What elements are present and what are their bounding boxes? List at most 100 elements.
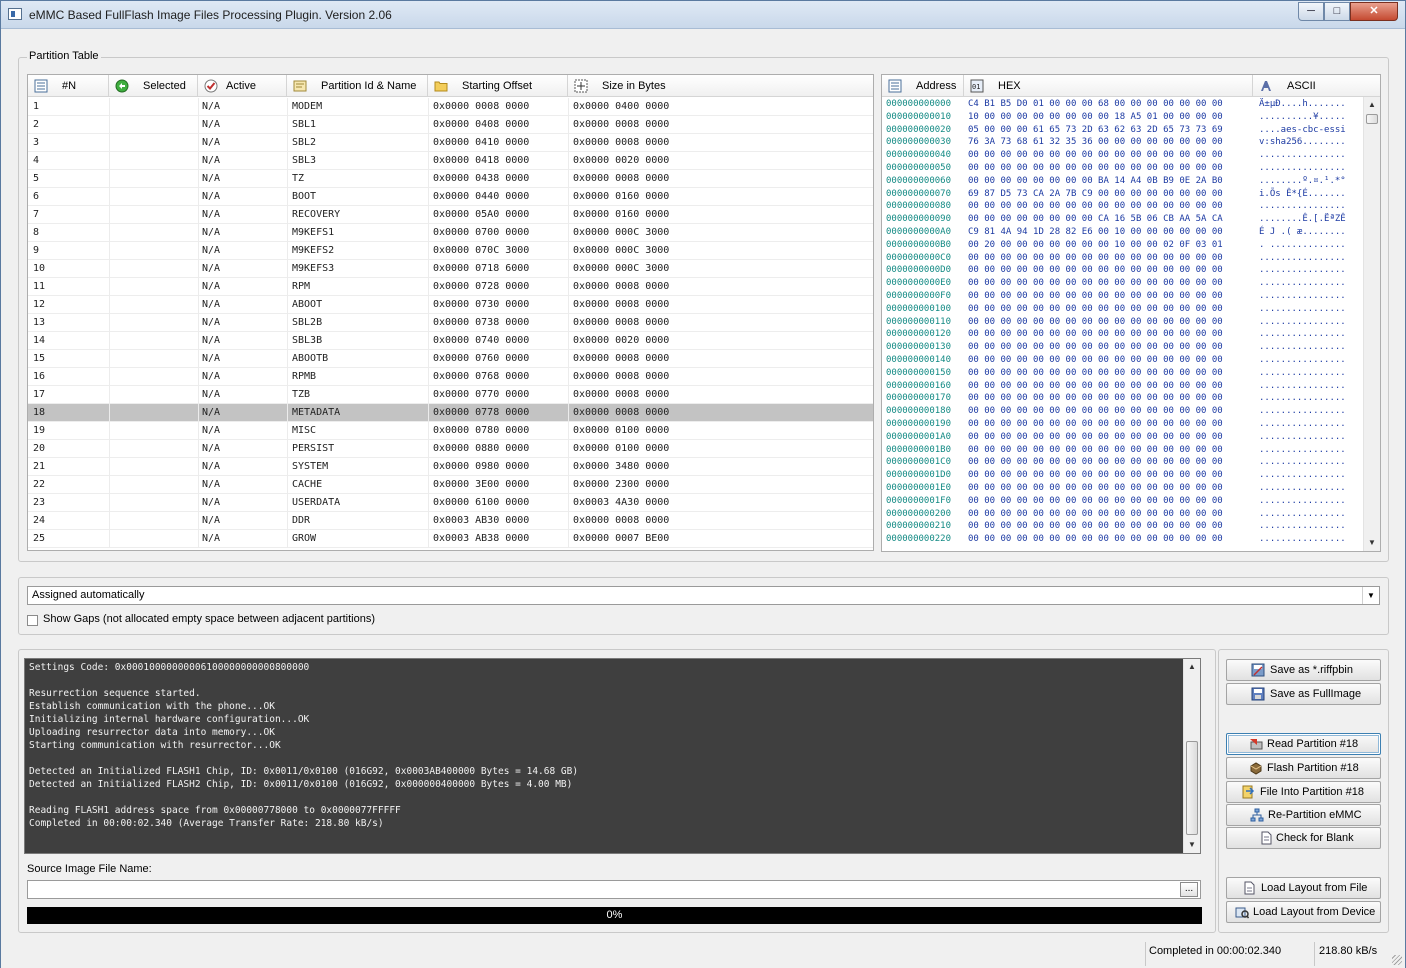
hex-row[interactable]: 000000000120 00 00 00 00 00 00 00 00 00 0… bbox=[882, 328, 1364, 341]
hex-scroll-thumb[interactable] bbox=[1366, 114, 1378, 124]
hex-row[interactable]: 0000000001C0 00 00 00 00 00 00 00 00 00 0… bbox=[882, 456, 1364, 469]
hex-row[interactable]: 000000000020 05 00 00 00 61 65 73 2D 63 6… bbox=[882, 124, 1364, 137]
show-gaps-checkbox[interactable] bbox=[27, 615, 38, 626]
hex-row[interactable]: 000000000090 00 00 00 00 00 00 00 00 CA 1… bbox=[882, 213, 1364, 226]
hex-row[interactable]: 000000000010 10 00 00 00 00 00 00 00 00 1… bbox=[882, 111, 1364, 124]
hex-row[interactable]: 000000000100 00 00 00 00 00 00 00 00 00 0… bbox=[882, 303, 1364, 316]
log-scroll-down-icon[interactable]: ▼ bbox=[1184, 837, 1200, 853]
hex-scrollbar[interactable]: ▲ ▼ bbox=[1363, 97, 1380, 551]
hex-row[interactable]: 000000000170 00 00 00 00 00 00 00 00 00 0… bbox=[882, 392, 1364, 405]
table-row[interactable]: 24 N/A DDR 0x0003 AB30 0000 0x0000 0008 0000 bbox=[28, 512, 873, 530]
table-row[interactable]: 3 N/A SBL2 0x0000 0410 0000 0x0000 0008 0000 bbox=[28, 134, 873, 152]
layout-select[interactable]: Assigned automatically ▼ bbox=[27, 586, 1380, 605]
table-row[interactable]: 6 N/A BOOT 0x0000 0440 0000 0x0000 0160 0000 bbox=[28, 188, 873, 206]
load-layout-file-button[interactable]: Load Layout from File bbox=[1226, 877, 1381, 899]
hex-row[interactable]: 000000000080 00 00 00 00 00 00 00 00 00 0… bbox=[882, 200, 1364, 213]
log-scroll-up-icon[interactable]: ▲ bbox=[1184, 659, 1200, 675]
table-row[interactable]: 22 N/A CACHE 0x0000 3E00 0000 0x0000 2300 00… bbox=[28, 476, 873, 494]
hex-row[interactable]: 000000000160 00 00 00 00 00 00 00 00 00 0… bbox=[882, 380, 1364, 393]
repartition-button[interactable]: Re-Partition eMMC bbox=[1226, 804, 1381, 826]
save-fullimage-button[interactable]: Save as FullImage bbox=[1226, 683, 1381, 705]
close-button[interactable]: ✕ bbox=[1350, 2, 1398, 21]
hex-row[interactable]: 000000000180 00 00 00 00 00 00 00 00 00 0… bbox=[882, 405, 1364, 418]
hex-row[interactable]: 0000000001B0 00 00 00 00 00 00 00 00 00 0… bbox=[882, 444, 1364, 457]
hex-row[interactable]: 000000000070 69 87 D5 73 CA 2A 7B C9 00 0… bbox=[882, 188, 1364, 201]
hex-row[interactable]: 000000000060 00 00 00 00 00 00 00 00 BA 1… bbox=[882, 175, 1364, 188]
column-header-n[interactable]: #N bbox=[28, 75, 109, 97]
table-row[interactable]: 19 N/A MISC 0x0000 0780 0000 0x0000 0100 000… bbox=[28, 422, 873, 440]
source-image-input[interactable]: ... bbox=[27, 880, 1201, 899]
hex-scroll-up-icon[interactable]: ▲ bbox=[1364, 97, 1380, 113]
read-partition-button[interactable]: Read Partition #18 bbox=[1226, 733, 1381, 755]
hex-row[interactable]: 000000000040 00 00 00 00 00 00 00 00 00 0… bbox=[882, 149, 1364, 162]
table-row[interactable]: 14 N/A SBL3B 0x0000 0740 0000 0x0000 0020 00… bbox=[28, 332, 873, 350]
resize-grip-icon[interactable] bbox=[1392, 955, 1402, 965]
hex-row[interactable]: 000000000050 00 00 00 00 00 00 00 00 00 0… bbox=[882, 162, 1364, 175]
hex-row[interactable]: 000000000210 00 00 00 00 00 00 00 00 00 0… bbox=[882, 520, 1364, 533]
table-row[interactable]: 16 N/A RPMB 0x0000 0768 0000 0x0000 0008 000… bbox=[28, 368, 873, 386]
log-scrollbar[interactable]: ▲ ▼ bbox=[1183, 659, 1200, 853]
table-row[interactable]: 9 N/A M9KEFS2 0x0000 070C 3000 0x0000 000C 3… bbox=[28, 242, 873, 260]
hex-scroll-down-icon[interactable]: ▼ bbox=[1364, 535, 1380, 551]
hex-view[interactable]: Address 01 HEX ASCII 000000000000 C4 B1 B… bbox=[881, 74, 1381, 552]
hex-row[interactable]: 000000000000 C4 B1 B5 D0 01 00 00 00 68 0… bbox=[882, 98, 1364, 111]
hex-row[interactable]: 000000000110 00 00 00 00 00 00 00 00 00 0… bbox=[882, 316, 1364, 329]
hex-row[interactable]: 0000000001A0 00 00 00 00 00 00 00 00 00 0… bbox=[882, 431, 1364, 444]
table-row[interactable]: 15 N/A ABOOTB 0x0000 0760 0000 0x0000 0008 0… bbox=[28, 350, 873, 368]
table-row[interactable]: 12 N/A ABOOT 0x0000 0730 0000 0x0000 0008 00… bbox=[28, 296, 873, 314]
hex-row[interactable]: 0000000001D0 00 00 00 00 00 00 00 00 00 0… bbox=[882, 469, 1364, 482]
table-row[interactable]: 2 N/A SBL1 0x0000 0408 0000 0x0000 0008 0000 bbox=[28, 116, 873, 134]
hex-row[interactable]: 000000000130 00 00 00 00 00 00 00 00 00 0… bbox=[882, 341, 1364, 354]
column-header-partition-name[interactable]: Partition Id & Name bbox=[287, 75, 428, 97]
column-header-ascii[interactable]: ASCII bbox=[1253, 75, 1380, 97]
table-row[interactable]: 10 N/A M9KEFS3 0x0000 0718 6000 0x0000 000C … bbox=[28, 260, 873, 278]
row-size: 0x0000 0020 0000 bbox=[573, 335, 670, 346]
hex-row[interactable]: 000000000220 00 00 00 00 00 00 00 00 00 0… bbox=[882, 533, 1364, 546]
column-header-hex[interactable]: 01 HEX bbox=[964, 75, 1253, 97]
title-bar[interactable]: eMMC Based FullFlash Image Files Process… bbox=[1, 1, 1405, 29]
table-row[interactable]: 7 N/A RECOVERY 0x0000 05A0 0000 0x0000 0160 … bbox=[28, 206, 873, 224]
file-into-partition-button[interactable]: File Into Partition #18 bbox=[1226, 781, 1381, 803]
table-row[interactable]: 5 N/A TZ 0x0000 0438 0000 0x0000 0008 0000 bbox=[28, 170, 873, 188]
hex-row[interactable]: 0000000000A0 C9 81 4A 94 1D 28 82 E6 00 1… bbox=[882, 226, 1364, 239]
flash-partition-button[interactable]: Flash Partition #18 bbox=[1226, 757, 1381, 779]
hex-row[interactable]: 0000000001F0 00 00 00 00 00 00 00 00 00 0… bbox=[882, 495, 1364, 508]
hex-row[interactable]: 0000000000E0 00 00 00 00 00 00 00 00 00 0… bbox=[882, 277, 1364, 290]
table-row[interactable]: 8 N/A M9KEFS1 0x0000 0700 0000 0x0000 000C 3… bbox=[28, 224, 873, 242]
table-row[interactable]: 1 N/A MODEM 0x0000 0008 0000 0x0000 0400 000… bbox=[28, 98, 873, 116]
log-scroll-thumb[interactable] bbox=[1186, 741, 1198, 835]
save-riffpbin-button[interactable]: Save as *.riffpbin bbox=[1226, 659, 1381, 681]
table-row[interactable]: 13 N/A SBL2B 0x0000 0738 0000 0x0000 0008 00… bbox=[28, 314, 873, 332]
hex-row[interactable]: 000000000190 00 00 00 00 00 00 00 00 00 0… bbox=[882, 418, 1364, 431]
hex-row[interactable]: 0000000000D0 00 00 00 00 00 00 00 00 00 0… bbox=[882, 264, 1364, 277]
table-row[interactable]: 23 N/A USERDATA 0x0000 6100 0000 0x0003 4A30… bbox=[28, 494, 873, 512]
chevron-down-icon[interactable]: ▼ bbox=[1362, 587, 1379, 604]
hex-row[interactable]: 000000000150 00 00 00 00 00 00 00 00 00 0… bbox=[882, 367, 1364, 380]
hex-row[interactable]: 000000000200 00 00 00 00 00 00 00 00 00 0… bbox=[882, 508, 1364, 521]
column-header-starting-offset[interactable]: Starting Offset bbox=[428, 75, 568, 97]
browse-button[interactable]: ... bbox=[1180, 882, 1198, 897]
table-row[interactable]: 17 N/A TZB 0x0000 0770 0000 0x0000 0008 0000 bbox=[28, 386, 873, 404]
hex-row[interactable]: 000000000140 00 00 00 00 00 00 00 00 00 0… bbox=[882, 354, 1364, 367]
hex-row[interactable]: 0000000000F0 00 00 00 00 00 00 00 00 00 0… bbox=[882, 290, 1364, 303]
table-row[interactable]: 4 N/A SBL3 0x0000 0418 0000 0x0000 0020 0000 bbox=[28, 152, 873, 170]
column-header-active[interactable]: Active bbox=[198, 75, 287, 97]
table-row[interactable]: 20 N/A PERSIST 0x0000 0880 0000 0x0000 0100 … bbox=[28, 440, 873, 458]
partition-table[interactable]: #N Selected Active Partition Id & Name S… bbox=[27, 74, 874, 551]
column-header-selected[interactable]: Selected bbox=[109, 75, 198, 97]
table-row[interactable]: 25 N/A GROW 0x0003 AB38 0000 0x0000 0007 BE0… bbox=[28, 530, 873, 548]
table-row[interactable]: 18 N/A METADATA 0x0000 0778 0000 0x0000 0008… bbox=[28, 404, 873, 422]
check-blank-button[interactable]: Check for Blank bbox=[1226, 827, 1381, 849]
log-output[interactable]: Settings Code: 0x00010000000006100000000… bbox=[24, 658, 1201, 854]
table-row[interactable]: 21 N/A SYSTEM 0x0000 0980 0000 0x0000 3480 0… bbox=[28, 458, 873, 476]
minimize-button[interactable]: ─ bbox=[1298, 2, 1324, 21]
hex-row[interactable]: 0000000000B0 00 20 00 00 00 00 00 00 00 1… bbox=[882, 239, 1364, 252]
hex-row[interactable]: 000000000030 76 3A 73 68 61 32 35 36 00 0… bbox=[882, 136, 1364, 149]
column-header-size[interactable]: Size in Bytes bbox=[568, 75, 873, 97]
load-layout-device-button[interactable]: Load Layout from Device bbox=[1226, 901, 1381, 923]
maximize-button[interactable]: □ bbox=[1324, 2, 1350, 21]
hex-row[interactable]: 0000000001E0 00 00 00 00 00 00 00 00 00 0… bbox=[882, 482, 1364, 495]
table-row[interactable]: 11 N/A RPM 0x0000 0728 0000 0x0000 0008 0000 bbox=[28, 278, 873, 296]
column-header-address[interactable]: Address bbox=[882, 75, 964, 97]
hex-row[interactable]: 0000000000C0 00 00 00 00 00 00 00 00 00 0… bbox=[882, 252, 1364, 265]
